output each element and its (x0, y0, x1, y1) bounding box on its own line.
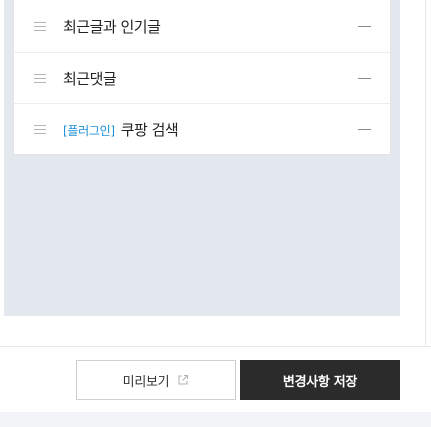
sidebar-module-list: 최근글과 인기글 최근댓글 [플러그인] 쿠팡 검색 (13, 0, 391, 155)
module-label: 최근댓글 (63, 68, 117, 89)
module-label: [플러그인] 쿠팡 검색 (63, 119, 179, 140)
module-label: 최근글과 인기글 (63, 16, 161, 37)
preview-button-label: 미리보기 (122, 374, 170, 390)
collapse-icon[interactable] (358, 129, 371, 130)
drag-handle-icon[interactable] (34, 21, 46, 31)
action-footer: 미리보기 변경사항 저장 (0, 346, 431, 412)
collapse-icon[interactable] (358, 25, 371, 27)
save-changes-button[interactable]: 변경사항 저장 (240, 360, 400, 400)
save-button-label: 변경사항 저장 (282, 374, 358, 390)
preview-button[interactable]: 미리보기 (76, 360, 236, 400)
module-name: 쿠팡 검색 (120, 121, 179, 139)
scrollbar-track[interactable] (425, 0, 426, 346)
drag-handle-icon[interactable] (34, 73, 46, 83)
drag-handle-icon[interactable] (34, 125, 46, 134)
collapse-icon[interactable] (358, 77, 371, 79)
module-name: 최근댓글 (63, 69, 117, 88)
right-gutter (400, 0, 431, 346)
list-item[interactable]: [플러그인] 쿠팡 검색 (14, 104, 390, 155)
list-item[interactable]: 최근댓글 (14, 53, 390, 104)
external-link-icon (178, 375, 189, 385)
plugin-tag: [플러그인] (63, 124, 115, 138)
bottom-band (0, 412, 431, 427)
list-item[interactable]: 최근글과 인기글 (14, 0, 390, 53)
module-name: 최근글과 인기글 (63, 17, 161, 36)
